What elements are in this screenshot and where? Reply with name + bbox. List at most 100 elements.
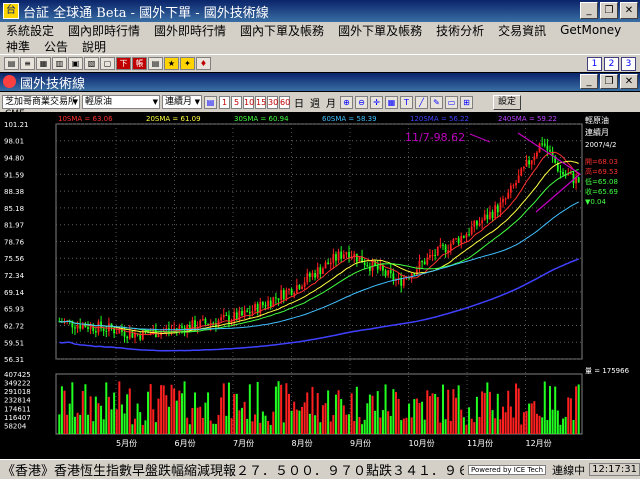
menu-item[interactable]: GetMoney <box>560 23 621 37</box>
minute-button-10[interactable]: 10 <box>243 95 254 109</box>
window-controls: _ ❐ ✕ <box>580 2 638 19</box>
menu-item[interactable]: 系統設定 <box>6 22 54 39</box>
info-name: 輕原油 <box>585 115 609 125</box>
week-button[interactable]: 週 <box>308 95 322 110</box>
zoom-in-icon[interactable]: ⊕ <box>340 95 353 109</box>
candle-body <box>298 285 301 289</box>
layout-icon[interactable]: ▦ <box>385 95 398 109</box>
table-icon[interactable]: ▥ <box>52 57 67 70</box>
menu-item[interactable]: 國內下單及帳務 <box>240 22 324 39</box>
minute-button-30[interactable]: 30 <box>267 95 278 109</box>
volume-bar <box>63 390 66 434</box>
chart-settings-icon[interactable]: ⊞ <box>460 95 473 109</box>
news-icon[interactable]: ▤ <box>148 57 163 70</box>
candlestick-chart[interactable]: 10SMA = 63.06 20SMA = 61.09 30SMA = 60.94 6… <box>0 112 640 459</box>
candle-body <box>434 254 437 256</box>
menu-item[interactable]: 神準 <box>6 38 30 55</box>
window-icon[interactable]: ▢ <box>100 57 115 70</box>
volume-bar <box>499 419 502 434</box>
minimize-icon[interactable]: _ <box>580 2 598 19</box>
menu-item[interactable]: 說明 <box>82 38 106 55</box>
symbol-select[interactable]: 輕原油 <box>82 95 160 109</box>
order-icon[interactable]: 下 <box>116 57 131 70</box>
menu-item[interactable]: 公告 <box>44 38 68 55</box>
volume-bar <box>567 397 570 434</box>
line-tool-icon[interactable]: ╱ <box>415 95 428 109</box>
volume-bar <box>418 403 421 434</box>
menu-item[interactable]: 國外即時行情 <box>154 22 226 39</box>
month-button[interactable]: 月 <box>324 95 338 110</box>
x-axis-label: 8月份 <box>292 438 313 448</box>
chart-icon[interactable]: ▣ <box>68 57 83 70</box>
sma-legend-label: 120SMA = 56.22 <box>410 115 469 123</box>
period-select[interactable]: 連續月 <box>162 95 202 109</box>
candle-body <box>134 333 136 338</box>
volume-bar <box>421 401 424 434</box>
volume-bar <box>460 409 463 434</box>
day-button[interactable]: 日 <box>292 95 306 110</box>
x-axis-label: 10月份 <box>409 438 435 448</box>
page-icon[interactable]: ▤ <box>204 95 217 109</box>
candle-body <box>74 327 76 329</box>
volume-bar <box>397 398 400 434</box>
main-toolbar: ▤ ≡ ▦ ▥ ▣ ▧ ▢ 下 帳 ▤ ★ ✦ ♦ 1 2 3 <box>0 54 640 72</box>
text-icon[interactable]: T <box>400 95 413 109</box>
close-icon[interactable]: ✕ <box>620 2 638 19</box>
minute-button-1[interactable]: 1 <box>219 95 230 109</box>
volume-bar <box>441 384 444 434</box>
menu-item[interactable]: 國內即時行情 <box>68 22 140 39</box>
tools-icon[interactable]: ✦ <box>180 57 195 70</box>
x-axis-label: 5月份 <box>116 438 137 448</box>
quote-icon[interactable]: ▤ <box>4 57 19 70</box>
candle-body <box>462 236 465 238</box>
layout-2-icon[interactable]: 2 <box>604 57 619 71</box>
candle-body <box>275 297 277 299</box>
menu-item[interactable]: 技術分析 <box>436 22 484 39</box>
volume-bar <box>470 418 473 434</box>
candle-body <box>442 244 444 246</box>
pen-icon[interactable]: ✎ <box>430 95 443 109</box>
candle-body <box>486 214 489 219</box>
cross-icon[interactable]: ✛ <box>370 95 383 109</box>
minute-button-15[interactable]: 15 <box>255 95 266 109</box>
settings-button[interactable]: 設定 <box>493 94 521 110</box>
ruler-icon[interactable]: ▭ <box>445 95 458 109</box>
volume-bar <box>551 409 554 434</box>
x-axis-label: 12月份 <box>526 438 552 448</box>
list-icon[interactable]: ≡ <box>20 57 35 70</box>
child-restore-icon[interactable]: ❐ <box>600 74 618 89</box>
candle-body <box>288 289 290 291</box>
menu-item[interactable]: 交易資訊 <box>498 22 546 39</box>
zoom-out-icon[interactable]: ⊖ <box>355 95 368 109</box>
volume-bar <box>394 392 397 434</box>
candle-body <box>340 251 343 259</box>
news-ticker[interactable]: 《香港》香港恆生指數早盤跌幅縮減現報２７．５００．９７０點跌３４１．９６點（ <box>0 460 464 479</box>
candle-body <box>483 214 486 221</box>
minute-button-5[interactable]: 5 <box>231 95 242 109</box>
volume-bar <box>144 420 147 434</box>
layout-1-icon[interactable]: 1 <box>587 57 602 71</box>
account-icon[interactable]: 帳 <box>132 57 147 70</box>
volume-bar <box>97 403 100 434</box>
alert-icon[interactable]: ★ <box>164 57 179 70</box>
report-icon[interactable]: ▧ <box>84 57 99 70</box>
child-close-icon[interactable]: ✕ <box>620 74 638 89</box>
minute-button-60[interactable]: 60 <box>279 95 290 109</box>
exchange-select[interactable]: 芝加哥商業交易所CME <box>2 95 80 119</box>
ruby-icon[interactable]: ♦ <box>196 57 211 70</box>
child-window-controls: _ ❐ ✕ <box>580 74 638 89</box>
grid-icon[interactable]: ▦ <box>36 57 51 70</box>
candle-body <box>204 319 207 324</box>
candle-body <box>314 273 316 278</box>
volume-bar <box>136 403 139 434</box>
candle-body <box>522 166 525 169</box>
volume-bar <box>379 417 382 434</box>
candle-body <box>123 331 126 337</box>
child-minimize-icon[interactable]: _ <box>580 74 598 89</box>
menu-item[interactable]: 國外下單及帳務 <box>338 22 422 39</box>
restore-icon[interactable]: ❐ <box>600 2 618 19</box>
y-tick-label: 56.31 <box>4 356 24 364</box>
candle-body <box>269 300 272 307</box>
volume-bar <box>384 384 387 434</box>
layout-3-icon[interactable]: 3 <box>621 57 636 71</box>
